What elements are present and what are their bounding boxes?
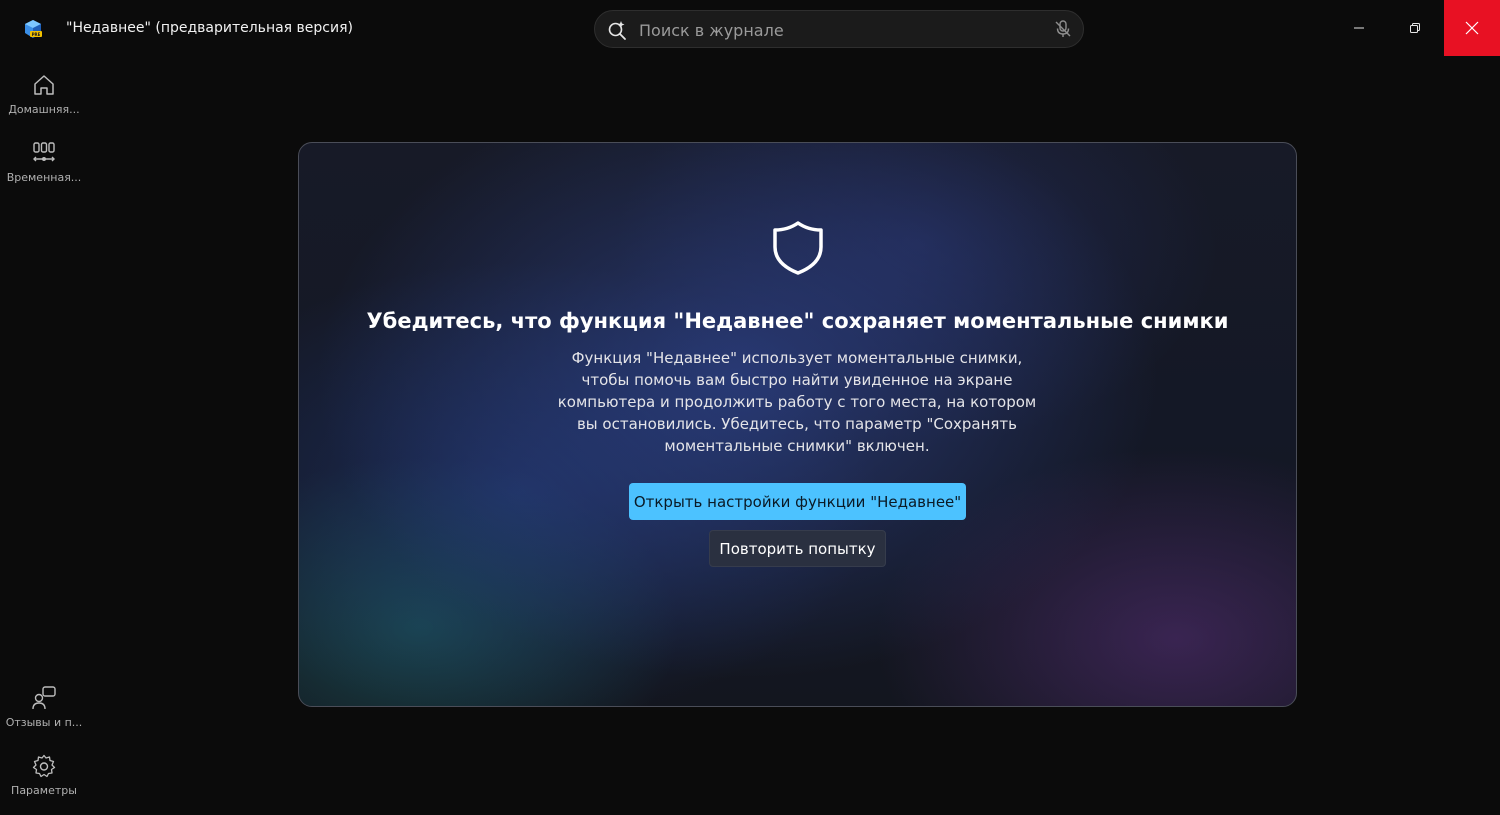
settings-icon <box>32 754 56 778</box>
search-box[interactable] <box>594 10 1084 48</box>
card-description: Функция "Недавнее" использует моментальн… <box>547 347 1047 457</box>
snapshots-disabled-card: Убедитесь, что функция "Недавнее" сохран… <box>298 142 1297 707</box>
close-icon <box>1465 21 1479 35</box>
sidebar-item-label: Отзывы и п... <box>5 716 83 729</box>
minimize-icon <box>1354 27 1364 29</box>
title-bar: PRE "Недавнее" (предварительная версия) <box>0 0 1500 58</box>
shield-icon <box>773 221 823 275</box>
description-line: чтобы помочь вам быстро найти увиденное … <box>581 371 1013 389</box>
sidebar-item-settings[interactable]: Параметры <box>0 753 88 797</box>
sidebar-item-label: Временная... <box>6 171 82 184</box>
description-line: вы остановились. Убедитесь, что параметр… <box>576 415 1018 433</box>
open-recall-settings-button[interactable]: Открыть настройки функции "Недавнее" <box>629 483 966 520</box>
close-button[interactable] <box>1444 0 1500 56</box>
description-line: Функция "Недавнее" использует моментальн… <box>571 349 1023 367</box>
retry-button[interactable]: Повторить попытку <box>709 530 886 567</box>
sidebar-item-home[interactable]: Домашняя... <box>0 72 88 116</box>
sidebar-item-label: Параметры <box>11 784 77 797</box>
home-icon <box>34 75 54 95</box>
description-line: компьютера и продолжить работу с того ме… <box>557 393 1037 411</box>
svg-text:PRE: PRE <box>32 32 41 37</box>
feedback-icon <box>32 686 56 710</box>
microphone-off-icon[interactable] <box>1053 19 1073 39</box>
sidebar-item-feedback[interactable]: Отзывы и п... <box>0 685 88 729</box>
sidebar-item-timeline[interactable]: Временная... <box>0 140 88 184</box>
sidebar-item-label: Домашняя... <box>8 103 80 116</box>
minimize-button[interactable] <box>1331 0 1387 56</box>
recall-app-icon: PRE <box>25 20 42 38</box>
restore-button[interactable] <box>1387 0 1443 56</box>
card-title: Убедитесь, что функция "Недавнее" сохран… <box>366 309 1229 333</box>
search-sparkle-icon <box>608 21 626 40</box>
restore-icon <box>1410 23 1420 33</box>
description-line: моментальные снимки" включен. <box>664 437 930 455</box>
search-input[interactable] <box>637 15 1041 45</box>
window-title: "Недавнее" (предварительная версия) <box>66 20 353 36</box>
timeline-icon <box>33 142 55 162</box>
